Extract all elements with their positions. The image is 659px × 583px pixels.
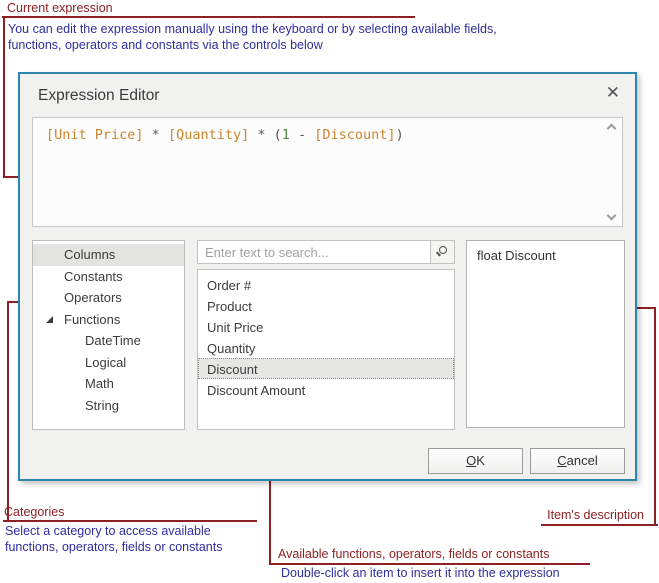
annotation-available-items-description: Double-click an item to insert it into t…: [281, 566, 560, 580]
annotation-current-expression: Current expression: [7, 1, 113, 15]
expression-memo[interactable]: [Unit Price] * [Quantity] * (1 - [Discou…: [32, 117, 623, 227]
tree-item-datetime[interactable]: DateTime: [33, 330, 184, 352]
expression-editor-dialog: Expression Editor ✕ [Unit Price] * [Quan…: [18, 72, 637, 481]
expand-triangle-icon[interactable]: [46, 315, 53, 323]
annotation-top-description-line2: functions, operators and constants via t…: [8, 38, 323, 52]
close-icon[interactable]: ✕: [606, 83, 620, 103]
list-item-order-number[interactable]: Order #: [198, 274, 454, 295]
annotation-categories-description-line2: functions, operators, fields or constant…: [5, 540, 223, 554]
annotation-categories-description-line1: Select a category to access available: [5, 524, 211, 538]
annotation-top-description: You can edit the expression manually usi…: [8, 21, 497, 53]
expression-token: *: [249, 127, 274, 143]
tree-item-operators[interactable]: Operators: [33, 287, 184, 309]
expression-token: -: [289, 127, 315, 143]
expression-token: [Unit Price]: [46, 127, 144, 143]
ok-button-rest: K: [476, 453, 485, 468]
tree-item-functions[interactable]: Functions: [33, 309, 184, 331]
tree-item-constants[interactable]: Constants: [33, 266, 184, 288]
callout-line-item-description-vertical: [654, 307, 656, 526]
expression-token: ): [395, 127, 404, 143]
tree-item-math[interactable]: Math: [33, 373, 184, 395]
item-description-text: float Discount: [477, 248, 556, 263]
ok-button[interactable]: OK: [428, 448, 523, 474]
cancel-button-rest: ancel: [566, 453, 598, 468]
list-item-quantity[interactable]: Quantity: [198, 337, 454, 358]
expression-token: *: [143, 127, 168, 143]
cancel-button-mnemonic: C: [557, 453, 567, 468]
search-box: [197, 240, 455, 264]
search-icon: [439, 246, 447, 254]
list-item-discount[interactable]: Discount: [198, 358, 454, 379]
ok-button-mnemonic: O: [466, 453, 477, 468]
annotation-top-description-line1: You can edit the expression manually usi…: [8, 22, 497, 36]
tree-item-string[interactable]: String: [33, 395, 184, 417]
expression-token: [Quantity]: [167, 127, 250, 143]
callout-underline-current-expression: [2, 16, 415, 18]
callout-line-categories-vertical: [7, 301, 9, 522]
cancel-button[interactable]: Cancel: [530, 448, 625, 474]
callout-line-current-vertical: [3, 16, 5, 178]
expression-text: [Unit Price] * [Quantity] * (1 - [Discou…: [46, 127, 404, 143]
list-item-unit-price[interactable]: Unit Price: [198, 316, 454, 337]
search-input[interactable]: [198, 241, 430, 263]
expression-token: [Discount]: [314, 127, 396, 143]
scroll-down-icon[interactable]: [606, 210, 617, 221]
list-item-discount-amount[interactable]: Discount Amount: [198, 379, 454, 400]
tree-item-columns[interactable]: Columns: [33, 244, 184, 266]
annotation-item-description: Item's description: [547, 508, 644, 522]
scroll-up-icon[interactable]: [606, 123, 617, 134]
annotation-available-items: Available functions, operators, fields o…: [278, 547, 550, 561]
categories-tree: Columns Constants Operators Functions Da…: [32, 240, 185, 430]
tree-item-logical[interactable]: Logical: [33, 352, 184, 374]
callout-underline-item-description: [541, 524, 658, 526]
list-item-product[interactable]: Product: [198, 295, 454, 316]
callout-underline-categories: [3, 520, 257, 522]
expression-token: (: [273, 127, 282, 143]
expression-token: 1: [281, 127, 290, 143]
dialog-title: Expression Editor: [38, 87, 160, 104]
search-button[interactable]: [430, 241, 454, 263]
items-list: Order # Product Unit Price Quantity Disc…: [197, 269, 455, 430]
item-description-panel: float Discount: [466, 240, 625, 428]
annotation-categories: Categories: [4, 505, 65, 519]
annotation-categories-description: Select a category to access available fu…: [5, 523, 222, 555]
tree-item-label: Functions: [64, 311, 121, 327]
